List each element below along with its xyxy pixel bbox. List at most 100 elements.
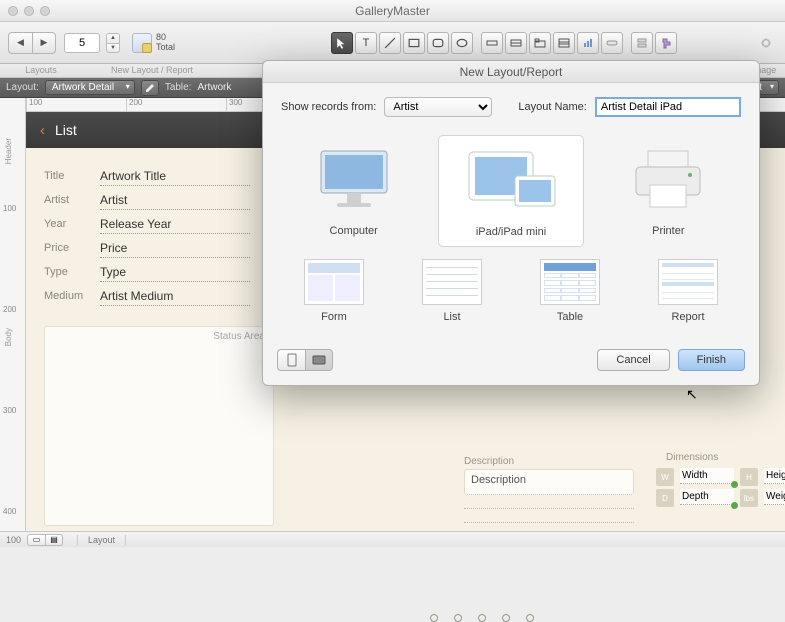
stepper-up-button[interactable]: ▲: [106, 33, 120, 43]
orientation-segment: [277, 349, 333, 371]
dimensions-label: Dimensions: [666, 452, 718, 463]
layout-option-report[interactable]: Report: [635, 259, 741, 323]
misc-tools-group: [631, 32, 677, 54]
dim-field[interactable]: [680, 489, 734, 505]
layout-number-input[interactable]: [64, 33, 100, 53]
dim-field[interactable]: [764, 489, 785, 505]
cancel-button[interactable]: Cancel: [597, 349, 669, 371]
manage-button[interactable]: [755, 32, 777, 54]
table-label: Table:: [165, 82, 192, 93]
rect-tool[interactable]: [403, 32, 425, 54]
dim-field-wrap: [764, 468, 785, 486]
field-input[interactable]: [100, 191, 250, 210]
field-control-tool[interactable]: [505, 32, 527, 54]
field-input[interactable]: [100, 239, 250, 258]
field-label: Year: [44, 218, 100, 230]
dim-field-wrap: [680, 468, 736, 486]
next-layout-button[interactable]: ▶: [32, 32, 56, 54]
dim-field-wrap: [764, 489, 785, 507]
object-tools-group: [481, 32, 623, 54]
list-layout-icon: [422, 259, 482, 305]
view-mode-segment: ▭ ▤: [27, 534, 63, 546]
button-tool[interactable]: [601, 32, 623, 54]
dialog-top-row: Show records from: Artist Layout Name:: [281, 97, 741, 117]
layout-option-label: List: [443, 311, 460, 323]
device-label: Printer: [652, 225, 684, 237]
dim-field[interactable]: [764, 468, 785, 484]
layout-option-list[interactable]: List: [399, 259, 505, 323]
line-tool[interactable]: [379, 32, 401, 54]
device-option-computer[interactable]: Computer: [281, 135, 426, 247]
show-records-select[interactable]: Artist: [384, 97, 492, 117]
device-option-ipad[interactable]: iPad/iPad mini: [438, 135, 583, 247]
prev-layout-button[interactable]: ◀: [8, 32, 32, 54]
show-records-label: Show records from:: [281, 101, 376, 113]
device-label: iPad/iPad mini: [476, 226, 546, 238]
layout-selector[interactable]: Artwork Detail: [45, 80, 135, 95]
new-layout-dialog: New Layout/Report Show records from: Art…: [262, 60, 760, 386]
back-label: List: [55, 122, 77, 138]
stepper-down-button[interactable]: ▼: [106, 43, 120, 53]
field-label: Medium: [44, 290, 100, 302]
field-label: Type: [44, 266, 100, 278]
rounded-rect-tool[interactable]: [427, 32, 449, 54]
main-toolbar: ◀ ▶ ▲ ▼ 80 Total T: [0, 22, 785, 64]
field-label: Artist: [44, 194, 100, 206]
form-layout-icon: [304, 259, 364, 305]
description-line: [464, 495, 634, 509]
window-titlebar: GalleryMaster: [0, 0, 785, 22]
pointer-tool[interactable]: [331, 32, 353, 54]
device-label: Computer: [330, 225, 378, 237]
layout-type-grid: Form List Table Report: [281, 259, 741, 323]
portal-tool[interactable]: [553, 32, 575, 54]
layout-label: Layout:: [6, 82, 39, 93]
dim-field[interactable]: [680, 468, 734, 484]
device-option-printer[interactable]: Printer: [596, 135, 741, 247]
status-area-label: Status Area: [213, 331, 265, 342]
layout-option-label: Form: [321, 311, 347, 323]
field-input[interactable]: [100, 263, 250, 282]
field-input[interactable]: [100, 167, 250, 186]
description-line: [464, 509, 634, 523]
field-input[interactable]: [100, 287, 250, 306]
format-painter-tool[interactable]: [655, 32, 677, 54]
edit-layout-icon[interactable]: [141, 80, 159, 96]
orientation-landscape[interactable]: [305, 349, 333, 371]
field-label: Price: [44, 242, 100, 254]
layout-option-form[interactable]: Form: [281, 259, 387, 323]
oval-tool[interactable]: [451, 32, 473, 54]
ipad-icon: [456, 142, 566, 220]
table-value: Artwork: [198, 82, 232, 93]
layout-name-input[interactable]: [595, 97, 741, 117]
total-layouts-badge[interactable]: 80 Total: [132, 33, 175, 53]
field-tool[interactable]: [481, 32, 503, 54]
vruler-ticks: 100200300400: [3, 112, 16, 516]
report-layout-icon: [658, 259, 718, 305]
dim-unit: lbs: [740, 489, 758, 507]
dimensions-grid: WHDlbs: [656, 468, 785, 507]
chart-tool[interactable]: [577, 32, 599, 54]
text-tool[interactable]: T: [355, 32, 377, 54]
printer-icon: [613, 141, 723, 219]
layout-number-stepper: ▲ ▼: [106, 33, 120, 53]
view-mode-a[interactable]: ▭: [27, 534, 45, 546]
orientation-portrait[interactable]: [277, 349, 305, 371]
back-chevron-icon[interactable]: ‹: [40, 122, 45, 139]
field-input[interactable]: [100, 215, 250, 234]
app-title: GalleryMaster: [0, 4, 785, 18]
layouts-icon: [132, 33, 152, 53]
detail-right-pane: Description Description Dimensions WHDlb…: [436, 452, 775, 523]
tab-tool[interactable]: [529, 32, 551, 54]
layout-tools-group: T: [331, 32, 473, 54]
finish-button[interactable]: Finish: [678, 349, 745, 371]
layout-option-label: Report: [671, 311, 704, 323]
dim-unit: H: [740, 468, 758, 486]
part-tool[interactable]: [631, 32, 653, 54]
table-layout-icon: [540, 259, 600, 305]
dim-unit: W: [656, 468, 674, 486]
dialog-title: New Layout/Report: [263, 61, 759, 83]
view-mode-b[interactable]: ▤: [45, 534, 63, 546]
status-area[interactable]: Status Area: [44, 326, 274, 526]
layout-option-table[interactable]: Table: [517, 259, 623, 323]
description-field[interactable]: Description: [464, 469, 634, 495]
